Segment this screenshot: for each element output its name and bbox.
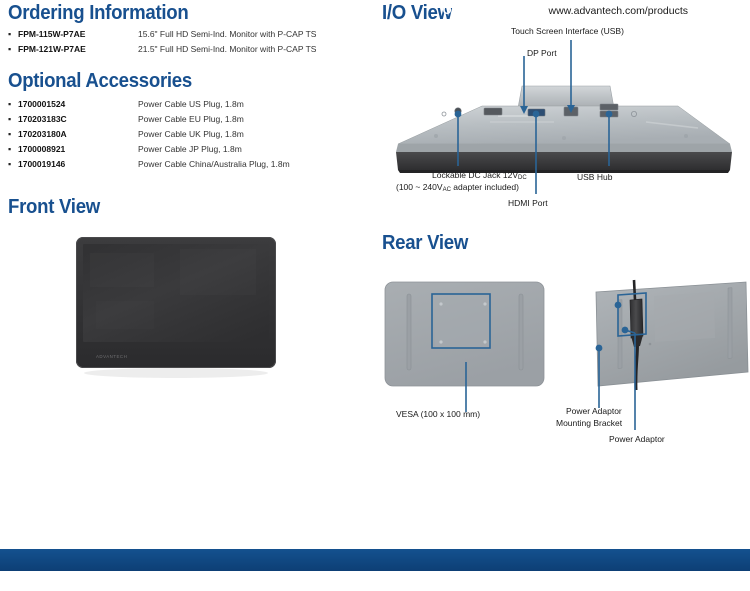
bullet-icon: ▪ <box>8 29 12 39</box>
front-view-monitor-image: ADVANTECH <box>76 237 276 378</box>
callout-touch-screen-interface: Touch Screen Interface (USB) <box>511 26 624 36</box>
part-number: 170203180A <box>18 129 67 139</box>
table-row: ▪ 1700008921 Power Cable JP Plug, 1.8m <box>8 143 358 158</box>
optional-accessories-table: ▪ 1700001524 Power Cable US Plug, 1.8m ▪… <box>8 98 358 173</box>
advantech-logo: ADVANTECH <box>96 354 127 359</box>
ordering-information-table: ▪ FPM-115W-P7AE 15.6" Full HD Semi-Ind. … <box>8 28 358 58</box>
callout-dc-jack-line2: (100 ~ 240VAC adapter included) <box>396 182 519 193</box>
part-number: FPM-121W-P7AE <box>18 44 86 54</box>
callout-power-adaptor-bracket-line2: Mounting Bracket <box>556 418 623 428</box>
rear-view-heading: Rear View <box>382 232 469 254</box>
bullet-icon: ▪ <box>8 99 12 109</box>
callout-dp-port: DP Port <box>527 48 557 58</box>
part-number: 1700008921 <box>18 144 66 154</box>
table-row: ▪ 170203183C Power Cable EU Plug, 1.8m <box>8 113 358 128</box>
callout-usb-hub: USB Hub <box>577 172 613 182</box>
io-view-heading: I/O View <box>382 2 452 24</box>
part-description: 21.5" Full HD Semi-Ind. Monitor with P-C… <box>138 44 317 54</box>
part-description: Power Cable JP Plug, 1.8m <box>138 144 242 154</box>
callout-hdmi-port: HDMI Port <box>508 198 548 208</box>
table-row: ▪ FPM-115W-P7AE 15.6" Full HD Semi-Ind. … <box>8 28 358 43</box>
part-number: 1700019146 <box>18 159 66 169</box>
table-row: ▪ FPM-121W-P7AE 21.5" Full HD Semi-Ind. … <box>8 43 358 58</box>
part-description: Power Cable EU Plug, 1.8m <box>138 114 244 124</box>
part-description: Power Cable UK Plug, 1.8m <box>138 129 244 139</box>
online-download-label: Online Download <box>442 5 537 17</box>
part-number: 1700001524 <box>18 99 66 109</box>
part-description: Power Cable China/Australia Plug, 1.8m <box>138 159 290 169</box>
online-download-url[interactable]: www.advantech.com/products <box>542 2 714 20</box>
part-description: Power Cable US Plug, 1.8m <box>138 99 244 109</box>
callout-power-adaptor-bracket-line1: Power Adaptor <box>566 406 622 416</box>
optional-accessories-heading: Optional Accessories <box>8 70 192 92</box>
datasheet-page: Ordering Information ▪ FPM-115W-P7AE 15.… <box>0 0 750 591</box>
front-view-heading: Front View <box>8 196 100 218</box>
part-number: 170203183C <box>18 114 67 124</box>
bullet-icon: ▪ <box>8 129 12 139</box>
table-row: ▪ 170203180A Power Cable UK Plug, 1.8m <box>8 128 358 143</box>
bullet-icon: ▪ <box>8 144 12 154</box>
part-description: 15.6" Full HD Semi-Ind. Monitor with P-C… <box>138 29 317 39</box>
bullet-icon: ▪ <box>8 114 12 124</box>
table-row: ▪ 1700019146 Power Cable China/Australia… <box>8 158 358 173</box>
io-callout-lines <box>454 40 613 194</box>
ordering-information-heading: Ordering Information <box>8 2 189 24</box>
footer-content: Online Download www.advantech.com/produc… <box>443 0 714 22</box>
part-number: FPM-115W-P7AE <box>18 29 86 39</box>
footer-bar <box>0 549 750 571</box>
bullet-icon: ▪ <box>8 44 12 54</box>
callout-vesa: VESA (100 x 100 mm) <box>396 409 481 419</box>
table-row: ▪ 1700001524 Power Cable US Plug, 1.8m <box>8 98 358 113</box>
bullet-icon: ▪ <box>8 159 12 169</box>
callout-power-adaptor: Power Adaptor <box>609 434 665 444</box>
